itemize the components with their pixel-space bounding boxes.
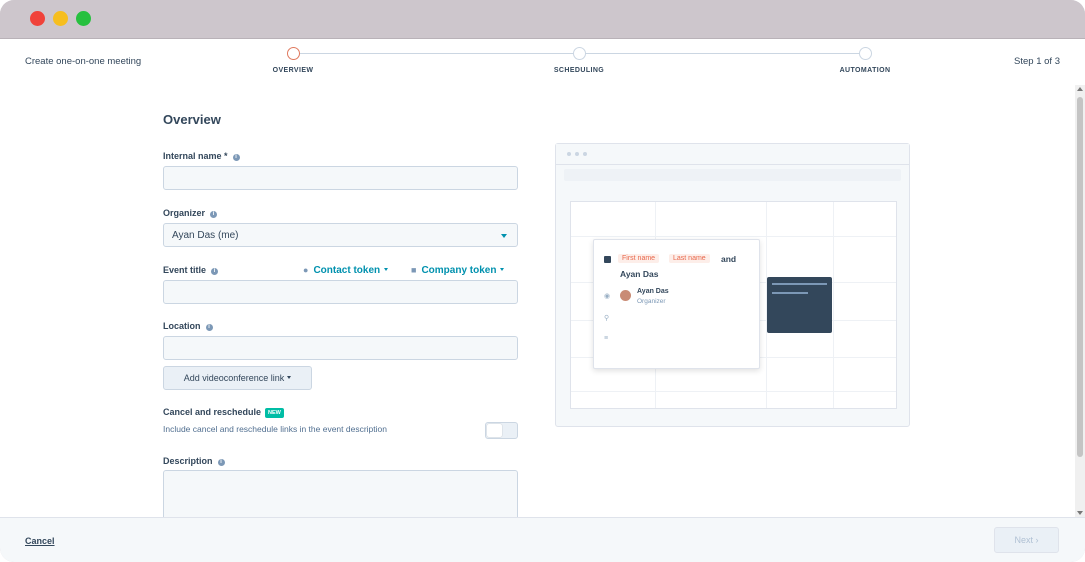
app-window: Create one-on-one meeting OVERVIEW SCHED…: [0, 0, 1085, 562]
info-icon[interactable]: i: [205, 324, 213, 331]
scroll-thumb[interactable]: [1077, 97, 1083, 457]
event-preview-popup: First name Last name and Ayan Das ◉ Ayan…: [593, 239, 760, 369]
vertical-scrollbar[interactable]: [1075, 85, 1085, 517]
toggle-knob: [487, 424, 502, 437]
attendee-name: Ayan Das: [620, 269, 659, 279]
window-titlebar: [0, 0, 1085, 39]
step-scheduling-label: SCHEDULING: [553, 67, 605, 74]
info-icon[interactable]: i: [232, 154, 240, 161]
cancel-reschedule-label-text: Cancel and reschedule: [163, 407, 262, 417]
preview-dot: [575, 152, 579, 156]
calendar-event-block: [767, 277, 832, 333]
event-title-label: Event title i: [163, 265, 219, 275]
organizer-label-text: Organizer: [163, 208, 206, 218]
organizer-label: Organizer i: [163, 208, 218, 218]
and-text: and: [721, 254, 737, 264]
grid-line: [571, 236, 896, 237]
maximize-window-button[interactable]: [76, 11, 91, 26]
chevron-right-icon: ›: [1035, 535, 1039, 545]
event-title-input[interactable]: [163, 280, 518, 304]
cancel-reschedule-label: Cancel and reschedule NEW: [163, 407, 284, 418]
info-icon[interactable]: i: [217, 459, 225, 466]
company-token-button[interactable]: ■ Company token: [411, 265, 505, 276]
close-window-button[interactable]: [30, 11, 45, 26]
location-label-text: Location: [163, 321, 201, 331]
scroll-down-icon[interactable]: [1077, 511, 1083, 515]
organizer-select[interactable]: Ayan Das (me): [163, 223, 518, 247]
wizard-header: Create one-on-one meeting OVERVIEW SCHED…: [0, 39, 1085, 85]
description-textarea[interactable]: [163, 470, 518, 520]
organizer-name: Ayan Das: [637, 288, 669, 295]
event-color-icon: [604, 256, 611, 263]
avatar: [620, 290, 631, 301]
page-title: Create one-on-one meeting: [25, 56, 142, 67]
grid-line: [833, 202, 834, 408]
eye-icon: ◉: [604, 293, 611, 300]
description-label: Description i: [163, 456, 225, 466]
step-scheduling-indicator: [573, 47, 586, 60]
cancel-reschedule-toggle[interactable]: [485, 422, 518, 439]
step-overview-label: OVERVIEW: [272, 67, 314, 74]
building-icon: ■: [411, 265, 417, 275]
first-name-token: First name: [618, 254, 660, 263]
preview-dot: [567, 152, 571, 156]
info-icon[interactable]: i: [211, 268, 219, 275]
minimize-window-button[interactable]: [53, 11, 68, 26]
progress-track: [584, 53, 860, 54]
add-videoconference-label: Add videoconference link: [183, 373, 285, 383]
organizer-role: Organizer: [637, 298, 666, 305]
step-automation-indicator: [859, 47, 872, 60]
step-overview-indicator: [287, 47, 300, 60]
location-input[interactable]: [163, 336, 518, 360]
preview-dot: [583, 152, 587, 156]
progress-track: [298, 53, 574, 54]
preview-address-bar: [564, 169, 901, 181]
last-name-token: Last name: [669, 254, 710, 263]
new-badge: NEW: [265, 408, 284, 418]
scroll-up-icon[interactable]: [1077, 87, 1083, 91]
location-pin-icon: ⚲: [604, 315, 610, 322]
main-content: Overview Internal name * i Organizer i Aya…: [0, 85, 1074, 520]
caret-down-icon: [501, 234, 507, 238]
contact-token-label: Contact token: [313, 265, 381, 276]
text-lines-icon: ≡: [604, 335, 609, 342]
step-automation-label: AUTOMATION: [839, 67, 891, 74]
next-label: Next: [1014, 535, 1033, 545]
wizard-footer: Cancel Next ›: [0, 517, 1085, 562]
preview-toolbar: [556, 144, 909, 165]
event-title-label-text: Event title: [163, 265, 207, 275]
organizer-value: Ayan Das (me): [172, 230, 239, 241]
caret-down-icon: [287, 376, 292, 379]
person-icon: ●: [303, 265, 309, 275]
caret-down-icon: [500, 268, 505, 271]
location-label: Location i: [163, 321, 213, 331]
cancel-reschedule-help: Include cancel and reschedule links in t…: [163, 424, 387, 434]
section-heading: Overview: [163, 112, 221, 127]
grid-line: [571, 391, 896, 392]
info-icon[interactable]: i: [210, 211, 218, 218]
event-line: [772, 283, 827, 285]
description-label-text: Description: [163, 456, 213, 466]
add-videoconference-button[interactable]: Add videoconference link: [163, 366, 312, 390]
internal-name-label: Internal name * i: [163, 151, 240, 161]
next-button[interactable]: Next ›: [994, 527, 1059, 553]
internal-name-input[interactable]: [163, 166, 518, 190]
step-counter: Step 1 of 3: [1014, 56, 1060, 67]
contact-token-button[interactable]: ● Contact token: [303, 265, 389, 276]
event-line: [772, 292, 808, 294]
caret-down-icon: [384, 268, 389, 271]
internal-name-label-text: Internal name *: [163, 151, 228, 161]
company-token-label: Company token: [421, 265, 497, 276]
cancel-link[interactable]: Cancel: [25, 536, 55, 546]
